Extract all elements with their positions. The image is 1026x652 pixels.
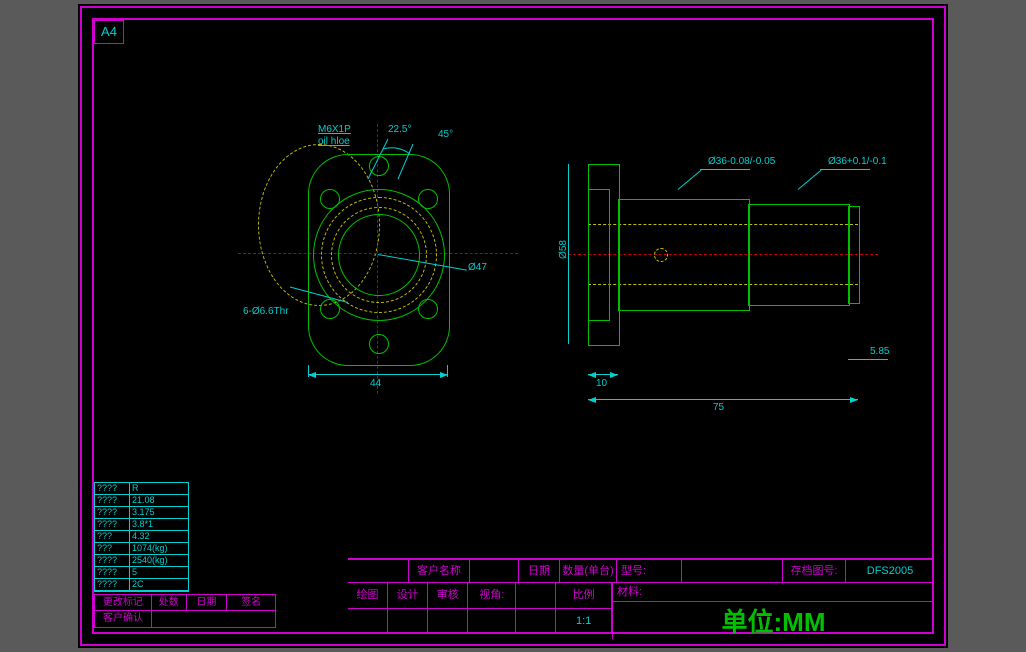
rev-sign: 签名 [227, 595, 275, 611]
dim-585-text: 5.85 [870, 346, 889, 357]
step-profile [748, 204, 850, 306]
dim-10-text: 10 [596, 378, 607, 389]
tb-qty: 数量(单台) [560, 560, 617, 582]
tb-archive: 存档图号: [783, 560, 846, 582]
tb-drawn: 绘图 [348, 583, 388, 608]
param-key: ???? [95, 495, 130, 507]
tb-scale-val: 1:1 [556, 609, 612, 634]
bolt-hole [418, 299, 438, 319]
tb-design: 设计 [388, 583, 428, 608]
bolt-hole [418, 189, 438, 209]
tb-scale: 比例 [556, 583, 612, 608]
tb-model: 型号: [617, 560, 682, 582]
drawing-canvas: A4 22.5° 45° M6X1P oil hloe Ø47 6-Ø6.6Th… [78, 4, 948, 648]
rev-date: 日期 [187, 595, 228, 611]
param-key: ??? [95, 543, 130, 555]
tb-archive-no: DFS2005 [846, 560, 934, 582]
end-profile [848, 206, 860, 304]
tb-blank [348, 609, 388, 634]
tb-blank [428, 609, 468, 634]
bolt-pattern: 6-Ø6.6Thr [243, 306, 289, 317]
dim-d1-text: Ø36-0.08/-0.05 [708, 156, 775, 167]
title-block: 客户名称 日期 数量(单台) 型号: 存档图号: DFS2005 绘图 设计 审… [348, 558, 934, 634]
dim-58-text: Ø58 [558, 240, 569, 259]
bolt-hole [369, 334, 389, 354]
rev-mark: 更改标记 [95, 595, 152, 611]
oil-hole-note: oil hloe [318, 136, 350, 147]
param-key: ???? [95, 567, 130, 579]
param-key: ???? [95, 483, 130, 495]
dim-10 [588, 374, 618, 375]
rev-confirm: 客户确认 [95, 611, 152, 627]
oil-hole-side [654, 248, 668, 262]
parameter-table: ????R ????21.08 ????3.175 ????3.8*1 ???4… [94, 482, 189, 592]
param-val: R [130, 483, 188, 495]
tb-blank [470, 560, 519, 582]
tb-blank [516, 583, 556, 608]
tb-blank [388, 609, 428, 634]
param-val: 3.8*1 [130, 519, 188, 531]
bolt-hole [320, 189, 340, 209]
param-val: 3.175 [130, 507, 188, 519]
param-key: ??? [95, 531, 130, 543]
tb-angle: 视角: [468, 583, 516, 608]
revision-block: 更改标记 处数 日期 签名 客户确认 [94, 594, 276, 628]
side-view: Ø58 Ø36-0.08/-0.05 Ø36+0.1/-0.1 10 75 5.… [558, 144, 938, 414]
bolt-hole [320, 299, 340, 319]
tb-unit: 单位:MM [612, 602, 934, 639]
rev-qty: 处数 [152, 595, 187, 611]
angle-22-5: 22.5° [388, 124, 411, 135]
tb-blank [516, 609, 556, 634]
param-val: 2540(kg) [130, 555, 188, 567]
angle-45: 45° [438, 129, 453, 140]
dim-75-text: 75 [713, 402, 724, 413]
param-val: 21.08 [130, 495, 188, 507]
tb-date: 日期 [519, 560, 560, 582]
tb-blank [348, 560, 409, 582]
param-val: 1074(kg) [130, 543, 188, 555]
dim-44-text: 44 [370, 378, 381, 389]
param-val: 5 [130, 567, 188, 579]
tb-blank [682, 560, 783, 582]
param-key: ???? [95, 579, 130, 591]
tb-blank [468, 609, 516, 634]
param-val: 4.32 [130, 531, 188, 543]
dim-75 [588, 399, 858, 400]
thread-note: M6X1P [318, 124, 351, 135]
param-key: ???? [95, 507, 130, 519]
dim-5-85 [848, 359, 888, 360]
sheet-size-label: A4 [94, 20, 124, 44]
param-key: ???? [95, 555, 130, 567]
tb-customer: 客户名称 [409, 560, 470, 582]
hub-profile [588, 189, 610, 321]
angle-dimension [358, 134, 428, 184]
tb-material: 材料: [612, 583, 934, 602]
tb-review: 审核 [428, 583, 468, 608]
pcd-diameter: Ø47 [468, 262, 487, 273]
dim-d2-text: Ø36+0.1/-0.1 [828, 156, 887, 167]
front-view: 22.5° 45° M6X1P oil hloe Ø47 6-Ø6.6Thr 4… [258, 144, 488, 404]
dim-width-44 [308, 374, 448, 375]
param-key: ???? [95, 519, 130, 531]
rev-blank [152, 611, 274, 627]
body-profile [618, 199, 750, 311]
param-val: 2C [130, 579, 188, 591]
